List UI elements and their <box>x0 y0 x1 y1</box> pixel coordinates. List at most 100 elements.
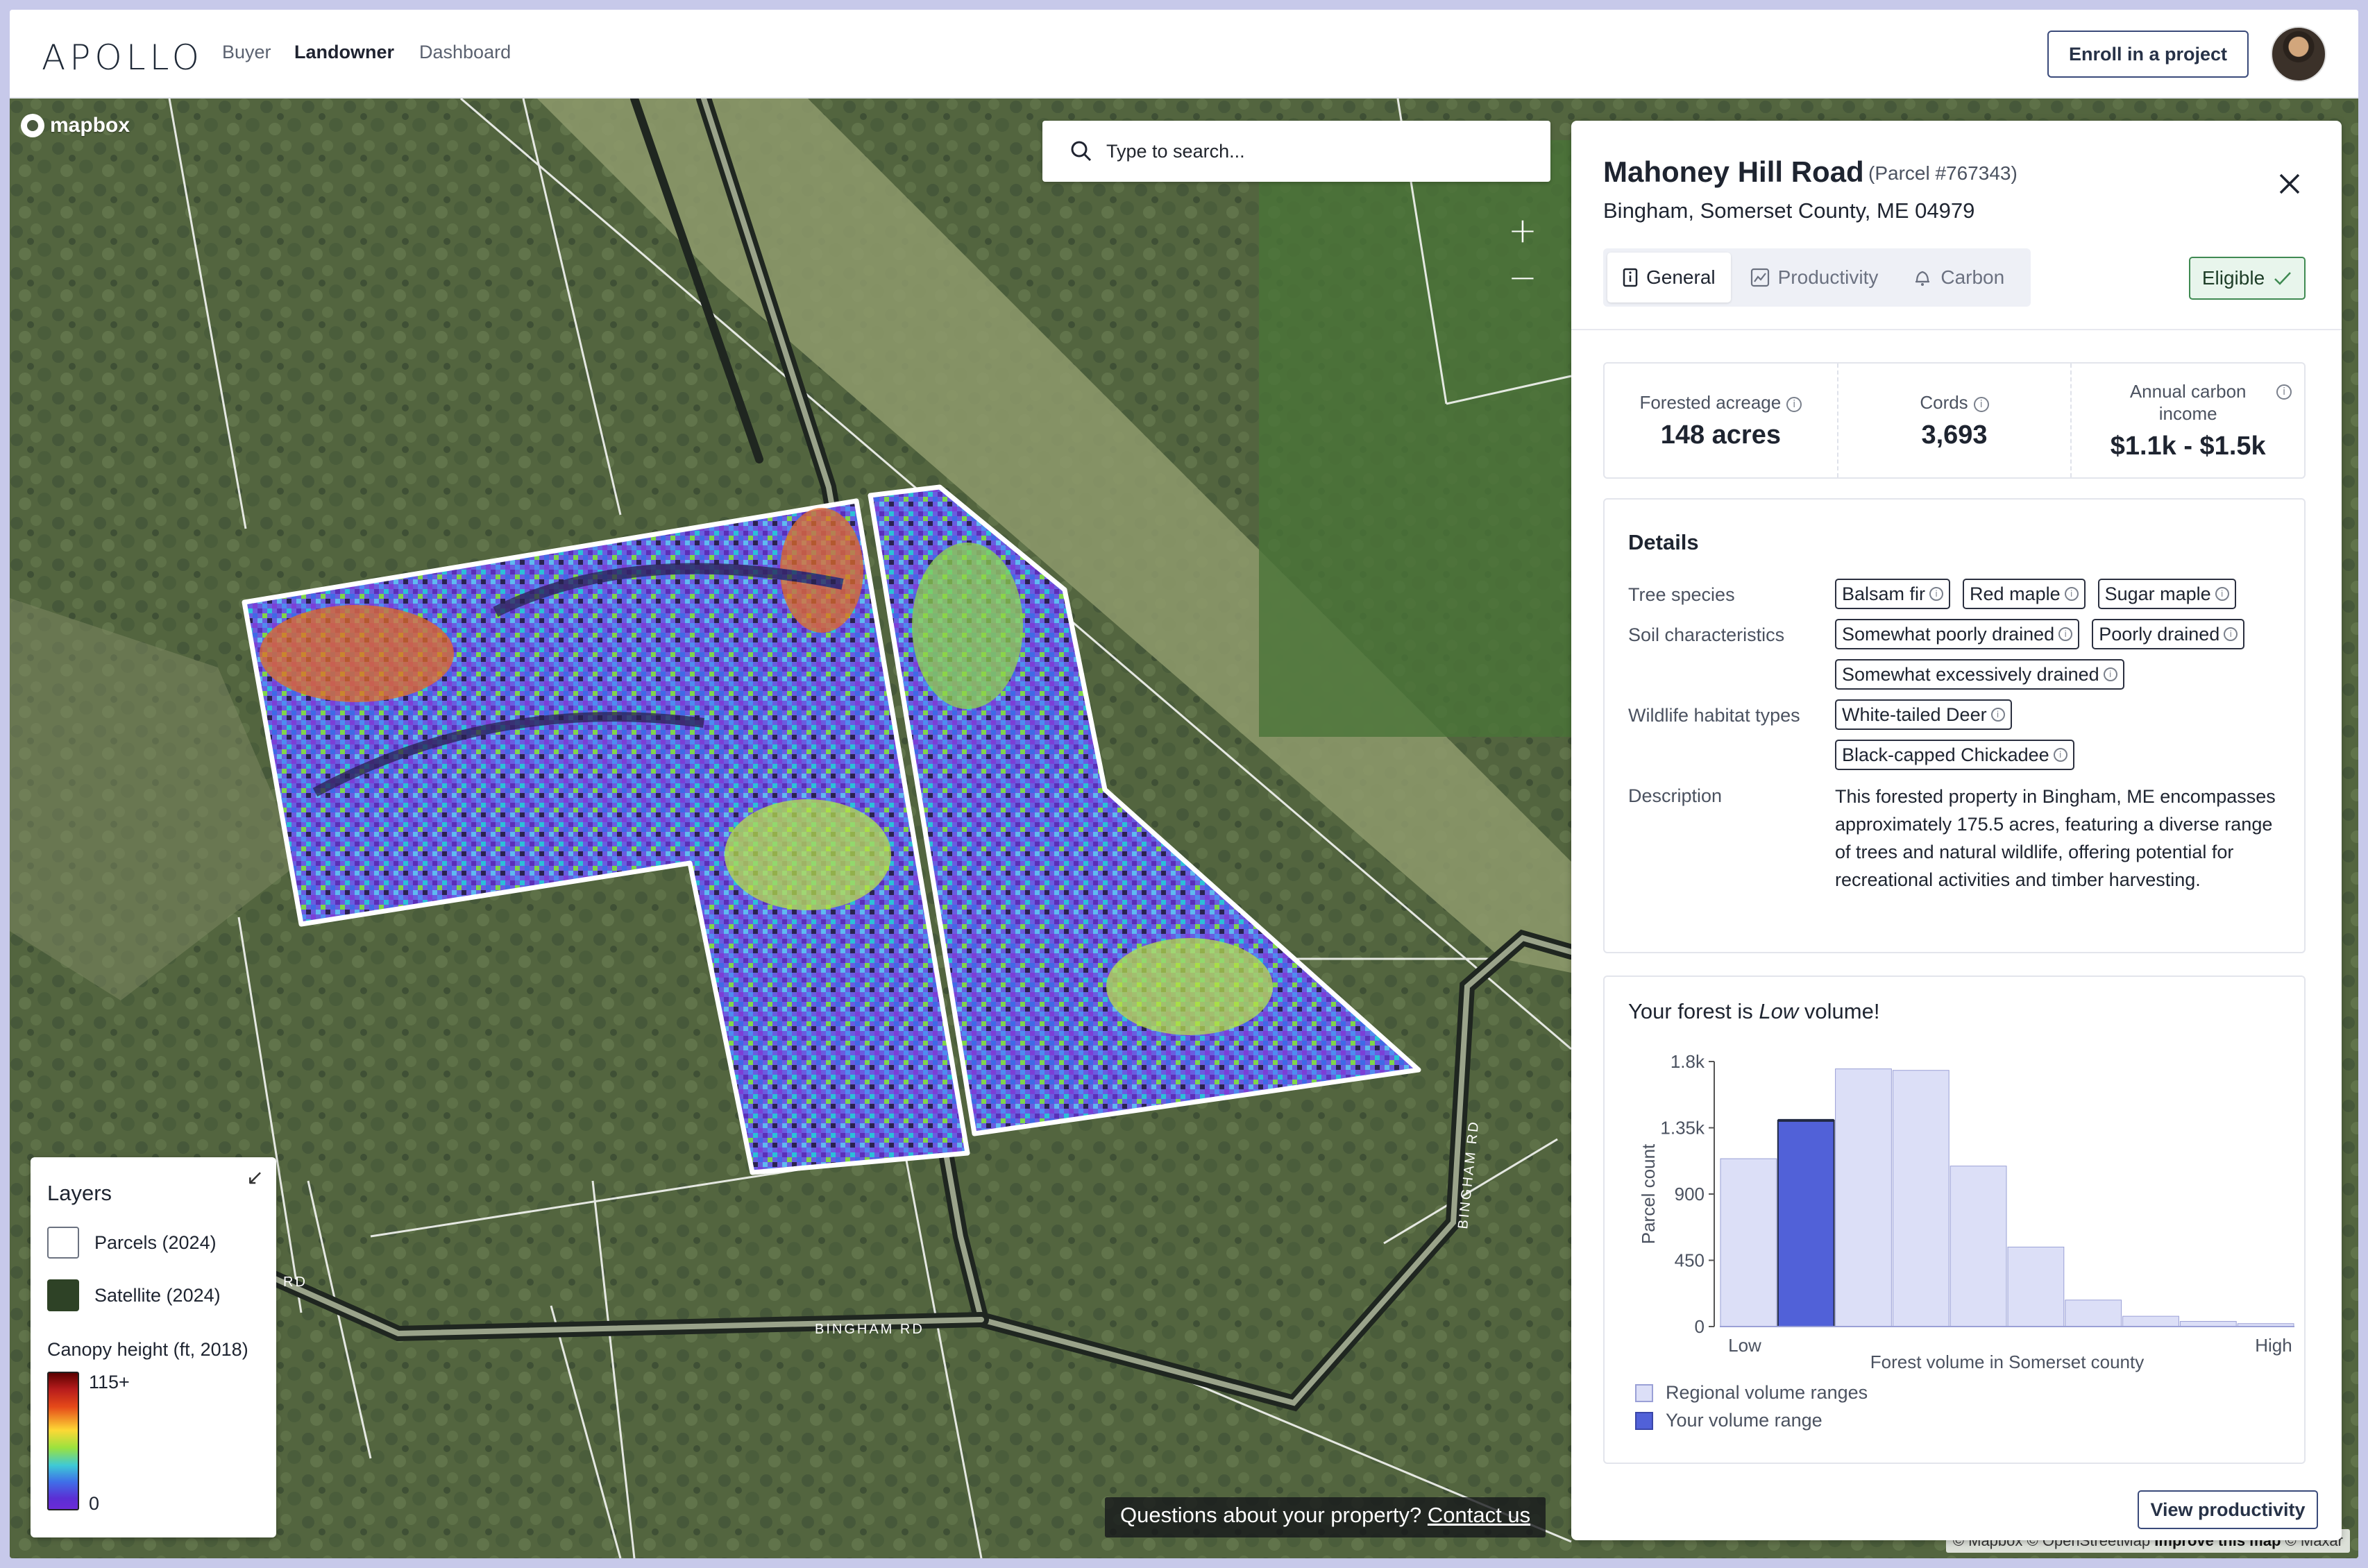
info-icon[interactable]: i <box>2058 627 2073 641</box>
canopy-height-title: Canopy height (ft, 2018) <box>47 1339 248 1360</box>
eligible-label: Eligible <box>2201 267 2265 289</box>
layers-title: Layers <box>47 1181 112 1205</box>
parcel-tabs: General Productivity Carbon <box>1603 248 2031 307</box>
regional-volume-bar <box>2122 1315 2179 1327</box>
x-tick-label-low: Low <box>1728 1335 1761 1356</box>
chip-balsam-fir[interactable]: Balsam fir i <box>1835 579 1951 609</box>
y-tick-label: 450 <box>1675 1250 1705 1271</box>
canopy-max-label: 115+ <box>89 1372 130 1392</box>
user-avatar[interactable] <box>2271 26 2326 82</box>
regional-volume-bar <box>1720 1158 1777 1327</box>
enroll-in-project-button[interactable]: Enroll in a project <box>2047 31 2249 78</box>
your-volume-bar <box>1777 1119 1835 1327</box>
layer-satellite[interactable]: Satellite (2024) <box>47 1279 260 1311</box>
forested-acreage-value: 148 acres <box>1660 420 1781 450</box>
details-card: Details Tree species Balsam fir i Red map… <box>1603 498 2306 953</box>
tab-productivity[interactable]: Productivity <box>1735 253 1894 302</box>
info-icon[interactable]: i <box>2064 587 2079 601</box>
stat-cords: Cords i 3,693 <box>1836 364 2071 477</box>
legend-yours-label: Your volume range <box>1666 1410 1822 1431</box>
wildlife-label: Wildlife habitat types <box>1628 705 1800 726</box>
carbon-income-info-icon[interactable]: i <box>2276 384 2292 400</box>
legend-yours: Your volume range <box>1635 1410 1822 1431</box>
description-label: Description <box>1628 785 1723 806</box>
close-icon[interactable] <box>2272 167 2307 201</box>
chip-red-maple[interactable]: Red maple i <box>1963 579 2086 609</box>
info-icon[interactable]: i <box>2053 748 2067 762</box>
mapbox-logo[interactable]: mapbox <box>21 114 130 137</box>
parcels-layer-checkbox[interactable] <box>47 1227 79 1259</box>
tab-general[interactable]: General <box>1607 253 1731 302</box>
chip-label: Balsam fir <box>1842 583 1926 604</box>
y-tick-label: 1.8k <box>1671 1051 1705 1072</box>
info-doc-icon <box>1623 268 1638 287</box>
forested-acreage-label: Forested acreage <box>1639 391 1782 413</box>
carbon-income-value: $1.1k - $1.5k <box>2110 431 2266 461</box>
cords-label: Cords <box>1920 391 1968 413</box>
info-icon[interactable]: i <box>1929 587 1944 601</box>
x-axis-label: Forest volume in Somerset county <box>1870 1352 2145 1372</box>
chip-label: Red maple <box>1970 583 2061 604</box>
chip-black-capped-chickadee[interactable]: Black-capped Chickadee i <box>1835 740 2074 770</box>
description-text: This forested property in Bingham, ME en… <box>1835 786 2276 890</box>
tab-carbon-label: Carbon <box>1940 266 2005 288</box>
tab-general-label: General <box>1646 266 1716 288</box>
mapbox-logo-icon <box>21 114 44 137</box>
chip-somewhat-excessively-drained[interactable]: Somewhat excessively drained i <box>1835 659 2124 690</box>
tab-carbon[interactable]: Carbon <box>1897 253 2020 302</box>
check-icon <box>2274 272 2292 285</box>
zoom-out-button[interactable]: − <box>1502 257 1544 298</box>
view-productivity-button[interactable]: View productivity <box>2138 1490 2318 1529</box>
nav-dashboard[interactable]: Dashboard <box>419 42 511 63</box>
forested-acreage-info-icon[interactable]: i <box>1786 396 1802 412</box>
canopy-min-label: 0 <box>89 1493 100 1514</box>
info-icon[interactable]: i <box>1990 708 2005 722</box>
top-navigation-bar: APOLLO Buyer Landowner Dashboard Enroll … <box>10 10 2358 99</box>
x-tick-label-high: High <box>2255 1335 2292 1356</box>
parcel-details-panel: Mahoney Hill Road (Parcel #767343) Bingh… <box>1571 121 2342 1540</box>
info-icon[interactable]: i <box>2215 587 2229 601</box>
canopy-height-legend: 115+ 0 <box>47 1372 260 1514</box>
tree-species-label: Tree species <box>1628 584 1735 605</box>
search-input[interactable] <box>1106 140 1523 162</box>
chip-label: Black-capped Chickadee <box>1842 744 2049 765</box>
regional-volume-bar <box>1950 1166 2007 1327</box>
forest-volume-card: Your forest is Low volume! 0 450 900 1.35k 1… <box>1603 975 2306 1464</box>
info-icon[interactable]: i <box>2103 667 2117 681</box>
legend-regional-label: Regional volume ranges <box>1666 1382 1868 1403</box>
mapbox-logo-text: mapbox <box>50 114 130 137</box>
satellite-layer-swatch[interactable] <box>47 1279 79 1311</box>
chip-poorly-drained[interactable]: Poorly drained i <box>2092 619 2245 649</box>
carbon-bell-icon <box>1915 271 1930 286</box>
parcel-address: Bingham, Somerset County, ME 04979 <box>1603 198 1975 223</box>
collapse-layers-icon[interactable]: ↙ <box>246 1166 264 1190</box>
cords-info-icon[interactable]: i <box>1973 396 1989 412</box>
zoom-in-button[interactable]: + <box>1502 210 1544 251</box>
chip-label: Somewhat excessively drained <box>1842 663 2099 685</box>
info-icon[interactable]: i <box>2224 627 2238 641</box>
eligible-badge: Eligible <box>2189 257 2306 300</box>
road-label-rd: RD <box>283 1275 307 1290</box>
regional-volume-bar <box>1892 1070 1950 1327</box>
layers-panel: ↙ Layers Parcels (2024) Satellite (2024)… <box>31 1157 276 1537</box>
contact-us-link[interactable]: Contact us <box>1428 1503 1530 1527</box>
map-search-box[interactable] <box>1042 121 1550 182</box>
apollo-logo[interactable]: APOLLO <box>42 37 203 78</box>
parcels-layer-label: Parcels (2024) <box>94 1232 217 1253</box>
y-tick-label: 1.35k <box>1660 1118 1705 1139</box>
nav-landowner[interactable]: Landowner <box>294 42 394 63</box>
nav-buyer[interactable]: Buyer <box>222 42 271 63</box>
chip-somewhat-poorly-drained[interactable]: Somewhat poorly drained i <box>1835 619 2080 649</box>
parcel-title: Mahoney Hill Road <box>1603 155 1864 188</box>
chip-white-tailed-deer[interactable]: White-tailed Deer i <box>1835 699 2012 730</box>
chip-label: Sugar maple <box>2104 583 2211 604</box>
chip-sugar-maple[interactable]: Sugar maple i <box>2097 579 2236 609</box>
satellite-layer-label: Satellite (2024) <box>94 1284 221 1306</box>
tree-species-row: Tree species Balsam fir i Red maple i Suga… <box>1628 579 2281 609</box>
search-icon <box>1071 141 1092 162</box>
stat-annual-carbon-income: Annual carbon income i $1.1k - $1.5k <box>2070 364 2304 477</box>
legend-regional: Regional volume ranges <box>1635 1382 1868 1404</box>
regional-volume-bar <box>1835 1068 1892 1327</box>
tab-productivity-label: Productivity <box>1777 266 1879 288</box>
layer-parcels[interactable]: Parcels (2024) <box>47 1227 260 1259</box>
